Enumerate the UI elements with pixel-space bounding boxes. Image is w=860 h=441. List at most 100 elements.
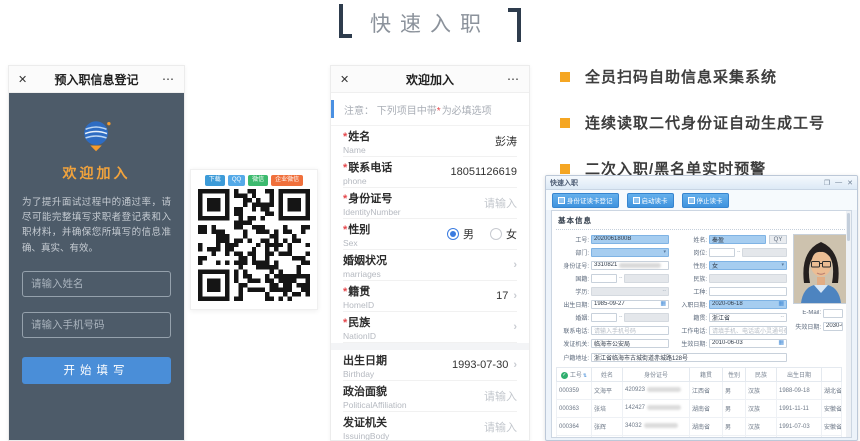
form-field-IdentityNumber[interactable]: *身份证号IdentityNumber请输入 (343, 188, 517, 219)
table-header-extra[interactable] (822, 368, 842, 382)
desktop-field-box[interactable] (709, 274, 787, 283)
desktop-field-box[interactable] (591, 313, 617, 322)
radio-option-女[interactable]: 女 (490, 226, 517, 242)
desktop-field-box[interactable]: 浙江省-- (709, 313, 787, 322)
desktop-field-民族[interactable]: 民族: (673, 272, 787, 284)
form-field-Birthday[interactable]: 出生日期Birthday1993-07-30› (343, 350, 517, 381)
desktop-field-box[interactable] (709, 248, 735, 257)
desktop-field-生效日期[interactable]: 生效日期:2010-06-03▦ (673, 337, 787, 349)
desktop-field-box[interactable]: ▾ (591, 248, 669, 257)
table-header-出生日期[interactable]: 出生日期 (777, 368, 822, 382)
table-row[interactable]: 000368罗进42900江苏省男汉族1984-11-14湖北省随州市曾都区 (557, 436, 842, 439)
table-header-身份证号[interactable]: 身份证号 (623, 368, 690, 382)
qr-share-button-下载[interactable]: 下载 (205, 175, 225, 186)
field-label: *姓名 (343, 128, 495, 144)
desktop-field-入职日期[interactable]: 入职日期:2020-06-18▦ (673, 298, 787, 310)
desktop-field-box[interactable]: 请输入手机号码 (591, 326, 669, 335)
radio-selected-icon[interactable] (447, 228, 459, 240)
desktop-field-box[interactable]: 2030-06-02▦ (823, 322, 843, 331)
desktop-field-工号[interactable]: 工号:2020061800B (555, 233, 669, 245)
scrollbar-thumb[interactable] (847, 213, 850, 241)
field-label-group: *姓名Name (343, 128, 495, 155)
desktop-field-box[interactable]: 1985-09-27▦ (591, 300, 669, 309)
field-sublabel: Sex (343, 238, 431, 248)
name-input[interactable]: 请输入姓名 (22, 271, 171, 297)
form-field-Sex[interactable]: *性别Sex男女 (343, 219, 517, 250)
desktop-field-E-Mail[interactable]: E-Mail: (793, 307, 843, 319)
toolbar-button-身份证读卡登记[interactable]: 身份证读卡登记 (552, 193, 619, 208)
form-field-NationID[interactable]: *民族NationID› (343, 312, 517, 343)
table-header-姓名[interactable]: 姓名 (592, 368, 623, 382)
table-header-民族[interactable]: 民族 (746, 368, 777, 382)
desktop-field-box[interactable]: -- (591, 287, 669, 296)
desktop-field-box[interactable]: 3310821 (591, 261, 669, 270)
desktop-field-box[interactable] (742, 248, 787, 257)
qr-share-button-企业微信[interactable]: 企业微信 (271, 175, 303, 186)
form-field-Name[interactable]: *姓名Name彭涛 (343, 126, 517, 157)
dash-separator: -- (737, 249, 740, 255)
qr-share-button-微信[interactable]: 微信 (248, 175, 268, 186)
desktop-field-出生日期[interactable]: 出生日期:1985-09-27▦ (555, 298, 669, 310)
form-field-PoliticalAffiliation[interactable]: 政治面貌PoliticalAffiliation请输入 (343, 381, 517, 412)
desktop-field-box[interactable] (709, 287, 787, 296)
sort-icon[interactable]: ⇅ (583, 373, 587, 379)
desktop-field-籍贯[interactable]: 籍贯:浙江省-- (673, 311, 787, 323)
desktop-field-发证机关[interactable]: 发证机关:临海市公安局 (555, 337, 669, 349)
calendar-icon[interactable]: ▦ (778, 301, 784, 307)
desktop-field-户籍地址[interactable]: 户籍地址:浙江省临海市古城街道赤城路128号 (555, 351, 787, 363)
desktop-field-box[interactable] (591, 274, 617, 283)
desktop-field-岗位[interactable]: 岗位:-- (673, 246, 787, 258)
form-field-IssuingBody[interactable]: 发证机关IssuingBody请输入 (343, 412, 517, 440)
calendar-icon[interactable]: ▦ (660, 301, 666, 307)
more-icon[interactable]: ⋯ (498, 72, 520, 86)
desktop-field-box[interactable]: 秦盈 (709, 235, 766, 244)
close-icon[interactable]: ✕ (847, 179, 853, 187)
minimize-icon[interactable]: — (835, 179, 842, 187)
desktop-field-工作电话[interactable]: 工作电话:请填手机、电话或小灵通号码 (673, 324, 787, 336)
table-header-籍贯[interactable]: 籍贯 (690, 368, 723, 382)
desktop-field-box[interactable]: 女▾ (709, 261, 787, 270)
form-field-phone[interactable]: *联系电话phone18051126619 (343, 157, 517, 188)
desktop-field-姓名[interactable]: 姓名:秦盈QY (673, 233, 787, 245)
window-title: 快速入职 (550, 178, 578, 188)
desktop-field-性别[interactable]: 性别:女▾ (673, 259, 787, 271)
field-sublabel: IssuingBody (343, 431, 484, 441)
toolbar-button-启动读卡[interactable]: 启动读卡 (627, 193, 674, 208)
form-field-marriages[interactable]: 婚姻状况marriages› (343, 250, 517, 281)
desktop-field-box[interactable]: 2020-06-18▦ (709, 300, 787, 309)
desktop-field-box[interactable] (624, 313, 669, 322)
table-row[interactable]: 000364张辉34032湖南省男汉族1991-07-03安徽省蚌埠市五河县 (557, 418, 842, 436)
desktop-field-box[interactable]: 临海市公安局 (591, 339, 669, 348)
desktop-field-box[interactable]: 2020061800B (591, 235, 669, 244)
radio-option-男[interactable]: 男 (447, 226, 474, 242)
desktop-field-工种[interactable]: 工种: (673, 285, 787, 297)
table-row[interactable]: 000363张培142427湖南省男汉族1991-11-11安徽省霍邱县冯井镇 (557, 400, 842, 418)
desktop-field-box[interactable]: 浙江省临海市古城街道赤城路128号 (591, 353, 787, 362)
desktop-field-部门[interactable]: 部门:▾ (555, 246, 669, 258)
desktop-field-国籍[interactable]: 国籍:-- (555, 272, 669, 284)
window-scrollbar[interactable] (846, 211, 851, 437)
table-header-工号[interactable]: ✓工号⇅ (557, 368, 592, 382)
restore-icon[interactable]: ❐ (824, 179, 830, 187)
table-header-性别[interactable]: 性别 (723, 368, 746, 382)
qr-share-button-QQ[interactable]: QQ (228, 175, 245, 186)
close-icon[interactable]: ✕ (340, 73, 362, 86)
desktop-field-学历[interactable]: 学历:-- (555, 285, 669, 297)
desktop-field-box[interactable] (624, 274, 669, 283)
more-icon[interactable]: ⋯ (153, 72, 175, 86)
toolbar-button-停止读卡[interactable]: 停止读卡 (682, 193, 729, 208)
start-fill-button[interactable]: 开始填写 (22, 357, 171, 384)
desktop-field-box[interactable]: 请填手机、电话或小灵通号码 (709, 326, 787, 335)
desktop-field-box[interactable]: 2010-06-03▦ (709, 339, 787, 348)
calendar-icon[interactable]: ▦ (778, 340, 784, 346)
close-icon[interactable]: ✕ (18, 73, 40, 86)
desktop-field-婚姻[interactable]: 婚姻:-- (555, 311, 669, 323)
desktop-field-失效日期[interactable]: 失效日期:2030-06-02▦ (793, 320, 843, 332)
desktop-field-联系电话[interactable]: 联系电话:请输入手机号码 (555, 324, 669, 336)
desktop-field-身份证号[interactable]: 身份证号:3310821 (555, 259, 669, 271)
phone-input[interactable]: 请输入手机号码 (22, 312, 171, 338)
desktop-field-box[interactable] (823, 309, 843, 318)
radio-unselected-icon[interactable] (490, 228, 502, 240)
form-field-HomeID[interactable]: *籍贯HomeID17› (343, 281, 517, 312)
table-row[interactable]: 000359文海平420923江西省男汉族1988-09-18湖北省云梦县伍洛镇 (557, 382, 842, 400)
